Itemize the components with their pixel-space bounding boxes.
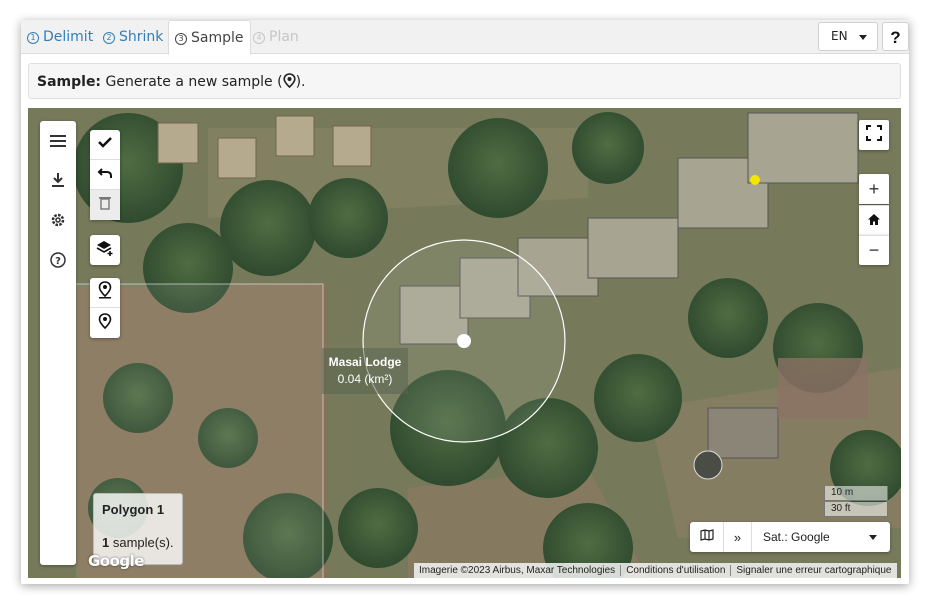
tab-label: Shrink [119,29,164,45]
language-value: EN [831,29,848,43]
add-layer-button[interactable] [90,235,120,265]
map-sidebar: ? [40,121,76,565]
base-layer-select[interactable]: Sat.: Google [752,522,890,552]
tab-label: Sample [191,30,244,46]
marker-toolbar [90,278,120,338]
scale-metric: 10 m [824,486,888,501]
tab-sample[interactable]: 3 Sample [168,20,251,55]
sample-count-label: sample(s). [109,535,174,550]
chevron-down-icon [869,535,877,540]
tab-label: Plan [269,29,299,45]
double-chevron-icon: » [733,529,742,545]
help-button[interactable]: ? [882,22,909,51]
tab-plan: 4 Plan [247,20,305,54]
scale-imperial: 30 ft [824,502,888,517]
tab-delimit[interactable]: 1 Delimit [21,20,99,54]
chevron-down-icon [859,35,867,40]
gear-icon[interactable] [49,211,67,229]
satellite-map[interactable]: ? + − Masai Lodge 0.04 (km²) Polygon 1 1 [28,108,901,578]
fullscreen-icon [866,124,882,146]
instruction-bar: Sample: Generate a new sample (). [28,63,901,99]
step-number: 3 [175,33,187,45]
help-circle-icon[interactable]: ? [49,251,67,269]
step-number: 4 [253,32,265,44]
download-icon[interactable] [49,171,67,189]
person-marker-button[interactable] [90,278,120,308]
step-number: 2 [103,32,115,44]
delete-button [90,190,120,220]
map-pin-icon [98,312,112,334]
map-view-button[interactable] [690,522,724,552]
report-error-link[interactable]: Signaler une erreur cartographique [730,565,897,576]
draw-toolbar [90,130,120,220]
tab-label: Delimit [43,29,94,45]
trash-icon [99,196,111,215]
tab-bar: 1 Delimit 2 Shrink 3 Sample 4 Plan EN ? [21,20,909,55]
terms-link[interactable]: Conditions d'utilisation [620,565,731,576]
sample-marker-yellow[interactable] [750,175,760,185]
expand-layers-button[interactable]: » [724,522,752,552]
zoom-out-button[interactable]: − [859,235,889,265]
home-button[interactable] [859,205,889,235]
map-icon [699,528,714,546]
popup-title: Masai Lodge [328,355,402,369]
confirm-button[interactable] [90,130,120,160]
zoom-in-button[interactable]: + [859,174,889,204]
polygon-title: Polygon 1 [102,502,165,517]
instruction-text: Generate a new sample ( [101,74,283,90]
language-select[interactable]: EN [818,22,878,51]
menu-icon[interactable] [49,132,67,150]
instruction-label: Sample: [37,74,102,90]
base-layer-value: Sat.: Google [763,530,830,544]
layer-toolbar [90,235,120,265]
step-number: 1 [27,32,39,44]
google-logo: Google [88,552,144,570]
home-icon [867,210,881,231]
fullscreen-button[interactable] [859,120,889,150]
person-pin-icon [98,281,112,304]
sample-marker-button[interactable] [90,308,120,338]
layer-add-icon [96,240,114,261]
tab-shrink[interactable]: 2 Shrink [97,20,169,54]
svg-text:?: ? [55,256,61,267]
check-icon [97,135,113,154]
map-attribution: Imagerie ©2023 Airbus, Maxar Technologie… [414,563,897,578]
app-window: 1 Delimit 2 Shrink 3 Sample 4 Plan EN ? Samp… [21,20,909,584]
instruction-suffix: ). [295,74,306,90]
undo-button[interactable] [90,160,120,190]
base-layer-control: » Sat.: Google [690,522,890,552]
popup-area: 0.04 (km²) [337,372,393,386]
area-popup: Masai Lodge 0.04 (km²) [322,348,408,394]
map-pin-icon [282,66,296,102]
attribution-imagery: Imagerie ©2023 Airbus, Maxar Technologie… [419,565,616,576]
sample-point[interactable] [457,334,471,348]
undo-icon [97,166,113,184]
